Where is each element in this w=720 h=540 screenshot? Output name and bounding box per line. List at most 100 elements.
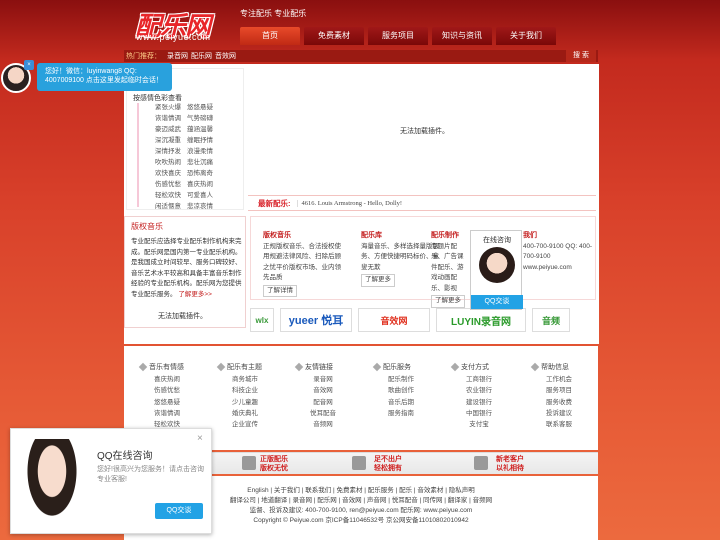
- emotion-link[interactable]: 蕴涵温馨: [187, 125, 219, 134]
- footer-heading-text: 支付方式: [461, 364, 489, 371]
- partner-logo[interactable]: 音效网: [358, 308, 430, 332]
- chat-tip[interactable]: 您好！微信：luyinwang8 QQ: 4007009100 点击这里发起临时…: [37, 63, 172, 91]
- partner-logo[interactable]: LUYIN录音网: [436, 308, 526, 332]
- emotion-link[interactable]: 可爱喜人: [187, 191, 219, 200]
- promo-line: 以礼相待: [496, 465, 524, 472]
- footer-link[interactable]: 企业宣传: [210, 419, 280, 430]
- ticker-value[interactable]: 4616. Louis Armstrong - Hello, Dolly!: [296, 199, 402, 207]
- emotion-link[interactable]: 深沉凝重: [155, 136, 183, 145]
- footer-link[interactable]: 悠悠悬疑: [132, 397, 202, 408]
- footer-link[interactable]: 配音网: [288, 397, 358, 408]
- close-icon[interactable]: ×: [24, 60, 34, 70]
- nav-news[interactable]: 知识与资讯: [432, 27, 492, 45]
- latest-music-ticker: 最新配乐: 4616. Louis Armstrong - Hello, Dol…: [248, 195, 596, 211]
- emotion-link[interactable]: 缠眠抒情: [187, 136, 219, 145]
- consultant-photo: [19, 439, 85, 531]
- hot-link[interactable]: 音效网: [215, 51, 236, 61]
- footer-link[interactable]: 音频网: [288, 419, 358, 430]
- close-icon[interactable]: ×: [197, 433, 203, 444]
- footer-link[interactable]: 婚庆典礼: [210, 408, 280, 419]
- emotion-link[interactable]: 浪漫柔情: [187, 147, 219, 156]
- partner-logo[interactable]: yueer 悦耳: [280, 308, 352, 332]
- contact-card: 我们 400-700-9100 QQ: 400-700-9100 www.pei…: [523, 231, 593, 273]
- qq-chat-button[interactable]: QQ交谈: [471, 295, 523, 309]
- footer-column: 友情链接 录音网 音效网 配音网 悦耳配音 音频网: [288, 362, 358, 430]
- emotion-link[interactable]: 紧张火爆: [155, 103, 183, 112]
- footer-link[interactable]: 支付宝: [444, 419, 514, 430]
- hot-link[interactable]: 配乐网: [191, 51, 212, 61]
- service-card: 配乐库 海量音乐、多样选择量版服务、方便快捷明码标价、童叟无欺 了解更多: [361, 231, 441, 287]
- nav-home[interactable]: 首页: [240, 27, 300, 45]
- learn-more-link[interactable]: 了解更多>>: [178, 291, 212, 298]
- qq-chat-button[interactable]: QQ交谈: [155, 503, 203, 519]
- footer-link[interactable]: 喜庆热闹: [132, 374, 202, 385]
- emotion-link[interactable]: 豪迈威武: [155, 125, 183, 134]
- footer-column: 帮助信息 工作机会 服务项目 服务收费 投诉建议 联系客服: [524, 362, 594, 430]
- emotion-link[interactable]: 轻松欢快: [155, 191, 183, 200]
- copyright-title: 版权音乐: [131, 222, 163, 231]
- consult-title: 在线咨询: [483, 237, 511, 244]
- footer-column-heading: 配乐有主题: [210, 362, 280, 374]
- emotion-link[interactable]: 喜庆热闹: [187, 180, 219, 189]
- emotion-link[interactable]: 闲适惬意: [155, 202, 183, 211]
- emotion-link[interactable]: 吹吹热闹: [155, 158, 183, 167]
- footer-column-heading: 音乐有情感: [132, 362, 202, 374]
- chat-tip-line: 4007009100 点击这里发起临时会话！: [45, 77, 163, 84]
- plugin-placeholder: 无法加载插件。: [158, 313, 207, 320]
- emotion-link[interactable]: 欢快喜庆: [155, 169, 183, 178]
- emotion-link[interactable]: 悠悠悬疑: [187, 103, 219, 112]
- footer-link[interactable]: 伤感忧愁: [132, 385, 202, 396]
- footer-column: 配乐有主题 商务城市 科技企业 少儿童趣 婚庆典礼 企业宣传: [210, 362, 280, 430]
- footer-link[interactable]: 音乐后期: [366, 397, 436, 408]
- service-title[interactable]: 配乐制作: [431, 231, 469, 242]
- emotion-link[interactable]: 伤感忧愁: [155, 180, 183, 189]
- footer-link[interactable]: 歌曲创作: [366, 385, 436, 396]
- plugin-placeholder: 无法加载插件。: [400, 128, 449, 135]
- footer-link[interactable]: 投诉建议: [524, 408, 594, 419]
- service-button[interactable]: 了解更多: [361, 274, 395, 287]
- footer-link[interactable]: 悦耳配音: [288, 408, 358, 419]
- partner-logo[interactable]: 音频: [532, 308, 570, 332]
- qq-consult-popup: QQ在线咨询 您好!很高兴为您服务！请点击咨询专业客服! QQ交谈 ×: [10, 428, 212, 534]
- footer-link[interactable]: 诙谐情调: [132, 408, 202, 419]
- shield-icon: [242, 456, 256, 470]
- footer-link[interactable]: 录音网: [288, 374, 358, 385]
- emotion-link[interactable]: 深情抒发: [155, 147, 183, 156]
- service-title[interactable]: 配乐库: [361, 231, 441, 242]
- footer-column-heading: 帮助信息: [524, 362, 594, 374]
- chevron-icon: [530, 362, 540, 372]
- footer-link[interactable]: 商务城市: [210, 374, 280, 385]
- nav-services[interactable]: 服务项目: [368, 27, 428, 45]
- service-button[interactable]: 了解详情: [263, 284, 297, 297]
- footer-link[interactable]: 服务收费: [524, 397, 594, 408]
- emotion-link[interactable]: 悲壮沉痛: [187, 158, 219, 167]
- footer-link[interactable]: 少儿童趣: [210, 397, 280, 408]
- footer-link[interactable]: 服务指南: [366, 408, 436, 419]
- partner-logo[interactable]: wlx: [250, 308, 274, 332]
- footer-link[interactable]: 配乐制作: [366, 374, 436, 385]
- footer-link[interactable]: 科技企业: [210, 385, 280, 396]
- footer-link[interactable]: 中国银行: [444, 408, 514, 419]
- search-button[interactable]: 搜 索: [566, 50, 596, 62]
- divider: [137, 103, 139, 207]
- footer-link[interactable]: 农业银行: [444, 385, 514, 396]
- nav-free-material[interactable]: 免费素材: [304, 27, 364, 45]
- footer-link[interactable]: 音效网: [288, 385, 358, 396]
- partner-logos: wlx yueer 悦耳 音效网 LUYIN录音网 音频: [250, 306, 596, 334]
- nav-about[interactable]: 关于我们: [496, 27, 556, 45]
- footer-column: 配乐服务 配乐制作 歌曲创作 音乐后期 服务指南: [366, 362, 436, 419]
- emotion-link[interactable]: 气势磅礴: [187, 114, 219, 123]
- popup-text: 您好!很高兴为您服务！请点击咨询专业客服!: [97, 466, 204, 483]
- emotion-link[interactable]: 诙谐情调: [155, 114, 183, 123]
- promo-line: 正版配乐: [260, 456, 288, 463]
- footer-link[interactable]: 建设银行: [444, 397, 514, 408]
- service-card: 配乐制作 专题片配乐、广告课件配乐、游戏动画配乐、影视 了解更多: [431, 231, 469, 308]
- emotion-link[interactable]: 恐怖离奇: [187, 169, 219, 178]
- footer-link[interactable]: 联系客服: [524, 419, 594, 430]
- footer-link[interactable]: 服务项目: [524, 385, 594, 396]
- footer-link[interactable]: 工作机会: [524, 374, 594, 385]
- hot-link[interactable]: 录音网: [167, 51, 188, 61]
- footer-link[interactable]: 工商银行: [444, 374, 514, 385]
- emotion-link[interactable]: 悲凉哀情: [187, 202, 219, 211]
- service-title[interactable]: 版权音乐: [263, 231, 343, 242]
